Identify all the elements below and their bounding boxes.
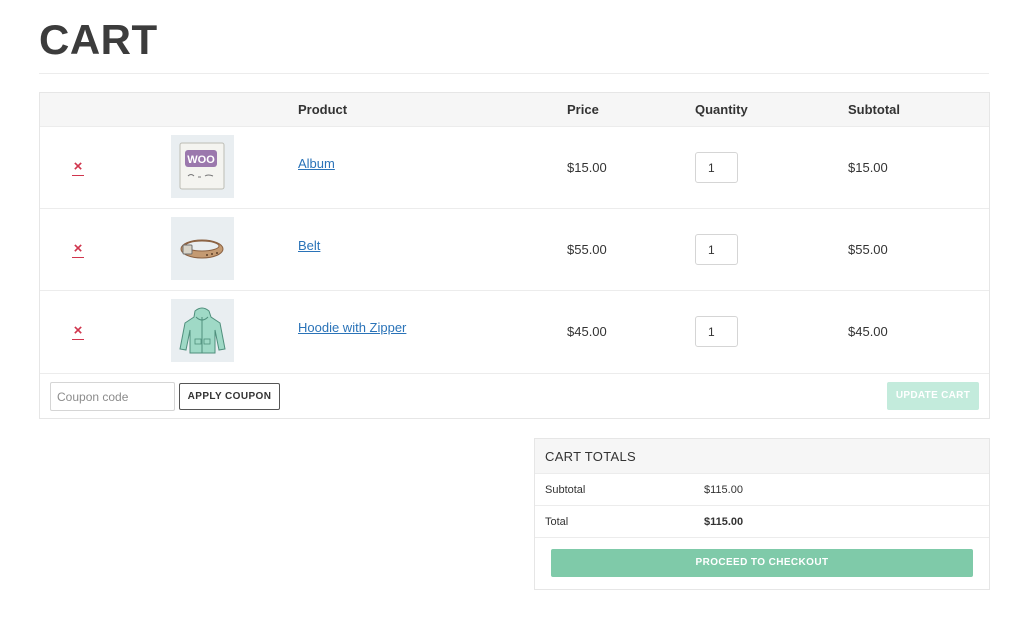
cart-totals-title: CART TOTALS <box>535 439 989 473</box>
product-link-belt[interactable]: Belt <box>298 238 320 253</box>
table-row: × Belt $55.00 $55.00 <box>40 208 989 290</box>
quantity-input[interactable] <box>695 316 738 347</box>
totals-subtotal-row: Subtotal $115.00 <box>535 473 989 505</box>
product-link-hoodie[interactable]: Hoodie with Zipper <box>298 320 406 335</box>
header-subtotal: Subtotal <box>848 102 900 117</box>
cart-table: Product Price Quantity Subtotal × WOO Al… <box>39 92 990 419</box>
svg-text:WOO: WOO <box>187 154 215 166</box>
quantity-input[interactable] <box>695 234 738 265</box>
table-row: × WOO Album $15.00 $15.00 <box>40 126 989 208</box>
price-cell: $55.00 <box>567 242 607 257</box>
price-cell: $45.00 <box>567 324 607 339</box>
price-cell: $15.00 <box>567 160 607 175</box>
remove-item-icon[interactable]: × <box>71 323 85 340</box>
totals-subtotal-label: Subtotal <box>545 484 586 496</box>
header-product: Product <box>298 102 348 117</box>
cart-actions: APPLY COUPON UPDATE CART <box>40 373 989 418</box>
update-cart-button[interactable]: UPDATE CART <box>887 382 979 410</box>
product-link-album[interactable]: Album <box>298 156 335 171</box>
hoodie-image-icon[interactable] <box>171 299 234 362</box>
totals-total-label: Total <box>545 516 569 528</box>
belt-image-icon[interactable] <box>171 217 234 280</box>
remove-item-icon[interactable]: × <box>71 159 85 176</box>
album-image-icon[interactable]: WOO <box>171 135 234 198</box>
totals-total-row: Total $115.00 <box>535 505 989 537</box>
coupon-code-input[interactable] <box>50 382 175 411</box>
header-quantity: Quantity <box>695 102 748 117</box>
apply-coupon-button[interactable]: APPLY COUPON <box>179 383 280 410</box>
header-price: Price <box>567 102 599 117</box>
subtotal-cell: $15.00 <box>848 160 888 175</box>
subtotal-cell: $45.00 <box>848 324 888 339</box>
cart-totals-panel: CART TOTALS Subtotal $115.00 Total $115.… <box>534 438 990 590</box>
table-row: × Hoodie with Zipper $45.00 $45.00 <box>40 290 989 372</box>
page-title: CART <box>39 16 158 63</box>
totals-total-value: $115.00 <box>704 516 744 528</box>
subtotal-cell: $55.00 <box>848 242 888 257</box>
proceed-to-checkout-button[interactable]: PROCEED TO CHECKOUT <box>551 549 973 577</box>
remove-item-icon[interactable]: × <box>71 241 85 258</box>
title-divider <box>39 73 989 74</box>
table-header: Product Price Quantity Subtotal <box>40 93 989 127</box>
totals-subtotal-value: $115.00 <box>704 484 743 496</box>
quantity-input[interactable] <box>695 152 738 183</box>
